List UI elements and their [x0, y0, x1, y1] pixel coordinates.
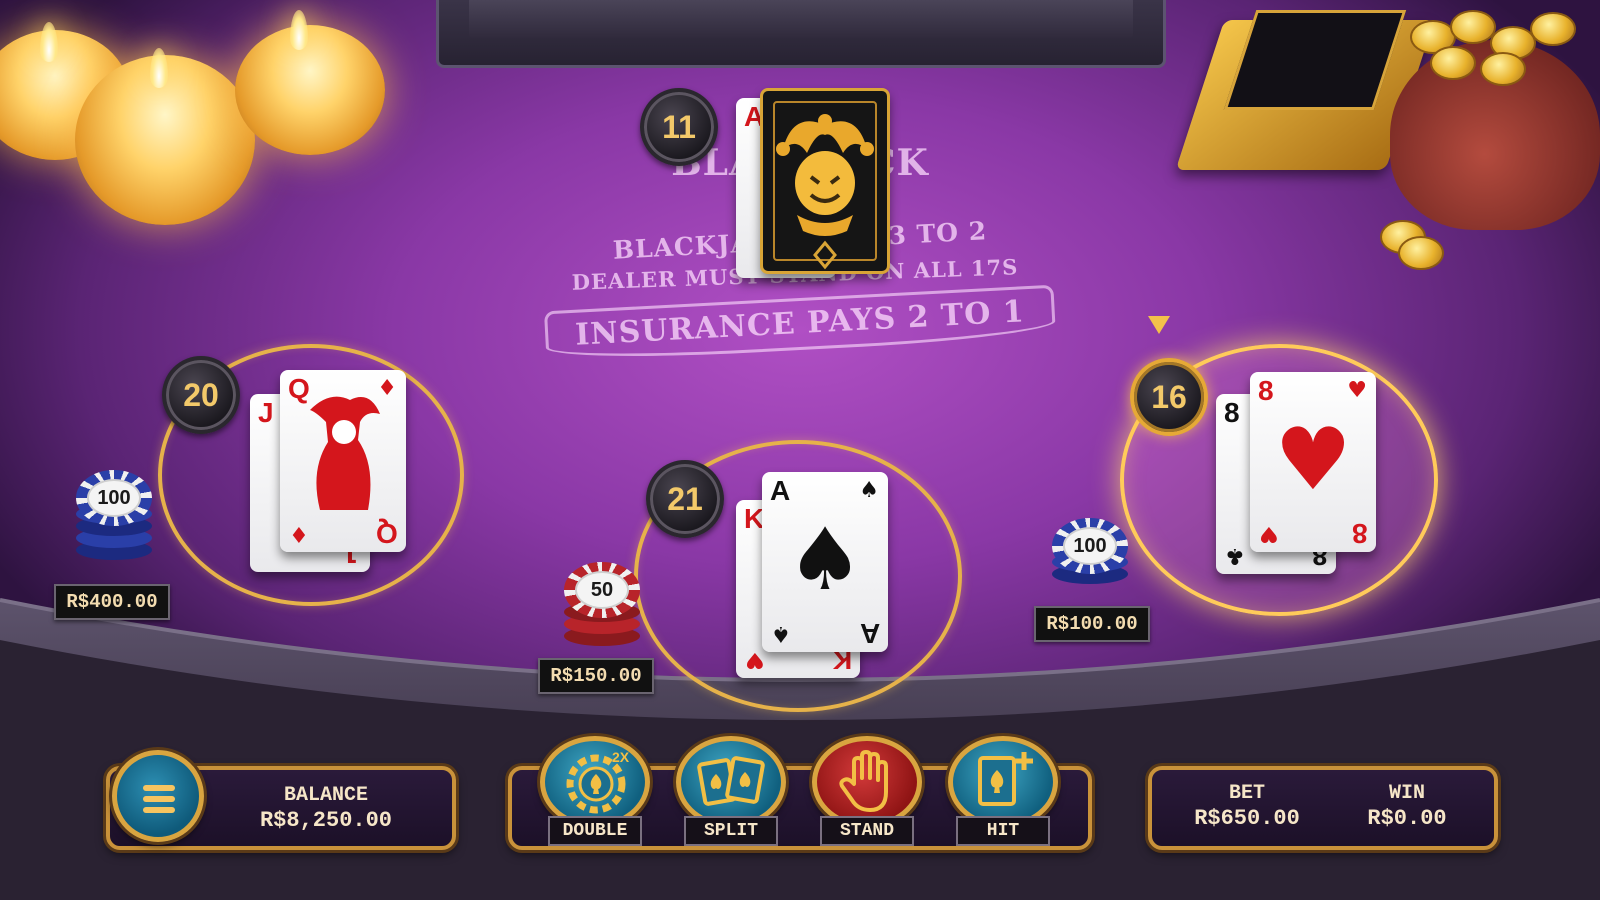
split-label: SPLIT — [684, 816, 778, 846]
jester-icon — [776, 114, 874, 270]
dealer-hand: A A ♦ 11 — [640, 88, 910, 288]
spade-center-icon: ♠ — [786, 510, 864, 610]
hand-1-chip-stack: 100 — [76, 470, 152, 570]
game-scene: BLACKJACK J BLACKJACK PAYS 3 TO 2 DEALER… — [0, 0, 1600, 900]
split-cards-icon — [697, 756, 765, 806]
card-rank-bottom: A — [859, 618, 880, 649]
hand-3-chip-stack: 100 — [1052, 518, 1128, 594]
hand-stop-icon — [839, 750, 888, 812]
dealer-card-hole — [760, 88, 890, 274]
card-plus-icon — [978, 752, 1033, 806]
bet-display: BET R$650.00 — [1172, 782, 1322, 832]
active-hand-indicator — [1148, 316, 1170, 334]
hand-2-bet-amount: R$150.00 — [538, 658, 654, 694]
heart-icon: ♥ — [1259, 521, 1279, 546]
spade-icon: ♠ — [859, 478, 879, 503]
hamburger-icon — [143, 785, 175, 791]
double-label: DOUBLE — [548, 816, 642, 846]
hand-2-card-2: A ♠ ♠ A ♠ — [762, 472, 888, 652]
hand-2-chip-stack: 50 — [564, 562, 640, 658]
heart-center-icon: ♥ — [1274, 410, 1352, 510]
menu-button[interactable] — [112, 750, 204, 842]
hit-button[interactable]: HIT — [944, 736, 1062, 846]
double-chip-icon: 2X — [566, 749, 630, 814]
win-label: WIN — [1388, 782, 1425, 805]
chip-value: 100 — [1063, 527, 1117, 565]
hand-3-score-badge: 16 — [1130, 358, 1208, 436]
hit-label: HIT — [956, 816, 1050, 846]
balance-value: R$8,250.00 — [259, 808, 393, 833]
heart-icon: ♥ — [745, 647, 765, 672]
candles-decoration — [0, 0, 400, 260]
chip-value: 100 — [87, 479, 141, 517]
card-rank: A — [770, 475, 791, 506]
double-badge: 2X — [612, 749, 630, 765]
hand-1-bet-amount: R$400.00 — [54, 584, 170, 620]
hand-2-score-badge: 21 — [646, 460, 724, 538]
hand-1-score-badge: 20 — [162, 356, 240, 434]
bet-value: R$650.00 — [1194, 806, 1300, 831]
spade-icon: ♠ — [771, 621, 791, 646]
hand-3-bet-amount: R$100.00 — [1034, 606, 1150, 642]
dealer-score-badge: 11 — [640, 88, 718, 166]
bet-win-panel: BET R$650.00 WIN R$0.00 — [1148, 766, 1498, 850]
hand-1-card-2: Q ♦ Q ♦ — [280, 370, 406, 552]
queen-figure-icon — [310, 396, 380, 510]
chip-value: 50 — [575, 571, 629, 609]
card-rank-bottom: 8 — [1352, 518, 1368, 549]
stand-label: STAND — [820, 816, 914, 846]
win-value: R$0.00 — [1367, 806, 1447, 831]
double-button[interactable]: 2X DOUBLE — [536, 736, 654, 846]
split-button[interactable]: SPLIT — [672, 736, 790, 846]
balance-label: BALANCE — [283, 784, 368, 807]
card-rank: J — [258, 397, 274, 428]
insurance-banner: INSURANCE PAYS 2 TO 1 — [543, 284, 1057, 364]
heart-icon: ♥ — [1347, 378, 1367, 403]
card-rank: 8 — [1224, 397, 1240, 428]
bet-label: BET — [1228, 782, 1265, 805]
win-display: WIN R$0.00 — [1332, 782, 1482, 832]
dealer-shoe-rack — [436, 0, 1166, 68]
treasure-decoration — [1175, 0, 1600, 270]
card-rank: 8 — [1258, 375, 1274, 406]
club-icon: ♣ — [1225, 543, 1245, 568]
stand-button[interactable]: STAND — [808, 736, 926, 846]
hand-3-card-2: 8 ♥ ♥ 8 ♥ — [1250, 372, 1376, 552]
